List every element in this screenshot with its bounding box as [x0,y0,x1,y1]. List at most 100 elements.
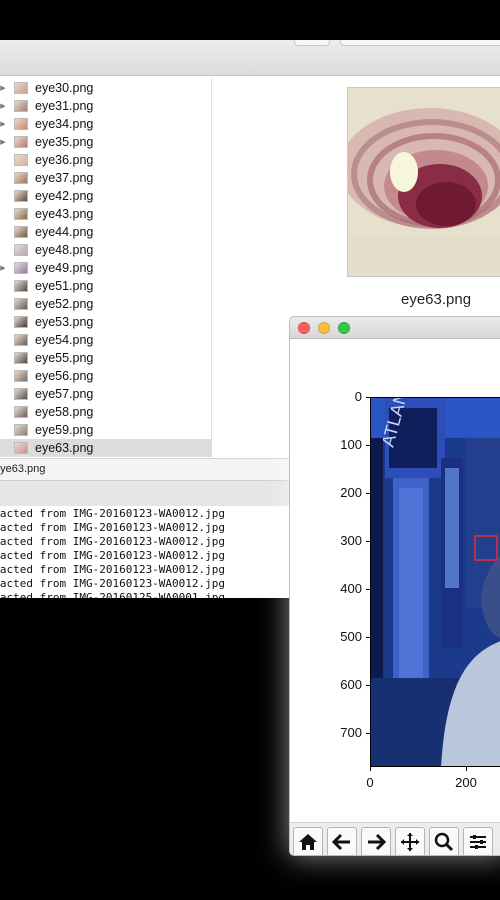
file-thumbnail-icon [14,172,28,184]
zoom-button[interactable] [429,827,459,855]
y-tick-label: 300 [340,533,362,548]
file-row[interactable]: eye37.png [0,169,211,187]
minimize-window-button[interactable] [318,322,330,334]
plot-image: ATLANTIS [370,397,500,767]
file-name: eye49.png [35,261,94,275]
disclosure-triangle-icon[interactable]: ▶ [0,79,6,97]
terminal-line: xtracted from IMG-20160123-WA0012.jpg [0,507,226,520]
file-name: eye35.png [35,135,94,149]
file-thumbnail-icon [14,136,28,148]
move-button[interactable] [395,827,425,855]
file-list: ▶ eye30.png ▶ eye31.png ▶ eye34.png ▶ eye35.png… [0,77,212,495]
file-thumbnail-icon [14,154,28,166]
file-name: eye36.png [35,153,94,167]
file-row[interactable]: ▶ eye49.png [0,259,211,277]
terminal-line: xtracted from IMG-20160123-WA0012.jpg [0,549,226,562]
file-thumbnail-icon [14,406,28,418]
file-row[interactable]: ▶ eye31.png [0,97,211,115]
file-thumbnail-icon [14,352,28,364]
y-tick [366,493,370,494]
file-name: eye54.png [35,333,94,347]
terminal-line: xtracted from IMG-20160123-WA0012.jpg [0,521,226,534]
y-tick [366,733,370,734]
terminal-line: xtracted from IMG-20160123-WA0012.jpg [0,535,226,548]
disclosure-triangle-icon[interactable]: ▶ [0,97,6,115]
terminal-output: xtracted from IMG-20160123-WA0012.jpg xtr… [0,506,290,598]
file-thumbnail-icon [14,388,28,400]
file-row[interactable]: eye53.png [0,313,211,331]
file-thumbnail-icon [14,298,28,310]
zoom-icon [434,832,454,852]
file-row[interactable]: ▶ eye35.png [0,133,211,151]
file-name: eye57.png [35,387,94,401]
configure-subplots-button[interactable] [463,827,493,855]
file-row[interactable]: eye57.png [0,385,211,403]
disclosure-triangle-icon[interactable]: ▶ [0,115,6,133]
preview-filename: eye63.png [401,291,472,308]
x-tick [466,767,467,771]
file-name: eye44.png [35,225,94,239]
desktop: ▶ eye30.png ▶ eye31.png ▶ eye34.png ▶ eye35.png… [0,0,500,900]
y-tick [366,541,370,542]
move-icon [400,832,420,852]
file-row[interactable]: eye51.png [0,277,211,295]
file-row[interactable]: eye48.png [0,241,211,259]
file-row[interactable]: eye54.png [0,331,211,349]
x-tick [370,767,371,771]
navigation-toolbar [290,822,500,855]
file-thumbnail-icon [14,208,28,220]
back-arrow-button[interactable] [327,827,357,855]
file-thumbnail-icon [14,100,28,112]
zoom-window-button[interactable] [338,322,350,334]
file-row[interactable]: eye36.png [0,151,211,169]
file-name: eye48.png [35,243,94,257]
file-thumbnail-icon [14,118,28,130]
toolbar-button[interactable] [294,40,330,46]
file-row[interactable]: eye58.png [0,403,211,421]
file-thumbnail-icon [14,316,28,328]
y-tick-label: 200 [340,485,362,500]
back-arrow-icon [332,832,352,852]
file-row[interactable]: ▶ eye34.png [0,115,211,133]
y-tick-label: 400 [340,581,362,596]
file-row[interactable]: eye55.png [0,349,211,367]
y-tick [366,637,370,638]
file-thumbnail-icon [14,442,28,454]
figure-window: ATLANTIS 0 100 200 300 400 500 600 700 0 200 [289,316,500,856]
y-tick-label: 600 [340,677,362,692]
figure-canvas[interactable]: ATLANTIS 0 100 200 300 400 500 600 700 0 200 [290,339,500,829]
file-name: eye31.png [35,99,94,113]
terminal-line: xtracted from IMG-20160125-WA0001.jpg [0,591,226,598]
file-thumbnail-icon [14,280,28,292]
file-thumbnail-icon [14,370,28,382]
home-icon [298,832,318,852]
file-row[interactable]: eye44.png [0,223,211,241]
y-tick-label: 500 [340,629,362,644]
file-row[interactable]: eye56.png [0,367,211,385]
path-item[interactable]: eye63.png [0,463,45,475]
file-name: eye59.png [35,423,94,437]
file-row[interactable]: ▶ eye30.png [0,79,211,97]
preview-image [347,87,500,277]
file-row[interactable]: eye59.png [0,421,211,439]
disclosure-triangle-icon[interactable]: ▶ [0,259,6,277]
y-tick-label: 700 [340,725,362,740]
x-tick-label: 200 [455,775,477,790]
close-window-button[interactable] [298,322,310,334]
forward-arrow-button[interactable] [361,827,391,855]
file-name: eye56.png [35,369,94,383]
file-row[interactable]: eye63.png [0,439,211,457]
disclosure-triangle-icon[interactable]: ▶ [0,133,6,151]
file-name: eye34.png [35,117,94,131]
file-name: eye51.png [35,279,94,293]
file-row[interactable]: eye52.png [0,295,211,313]
y-tick [366,397,370,398]
file-row[interactable]: eye43.png [0,205,211,223]
file-row[interactable]: eye42.png [0,187,211,205]
finder-toolbar [0,40,500,76]
home-button[interactable] [293,827,323,855]
y-tick-label: 100 [340,437,362,452]
file-thumbnail-icon [14,244,28,256]
search-field[interactable] [340,40,500,46]
x-tick-label: 0 [366,775,374,790]
